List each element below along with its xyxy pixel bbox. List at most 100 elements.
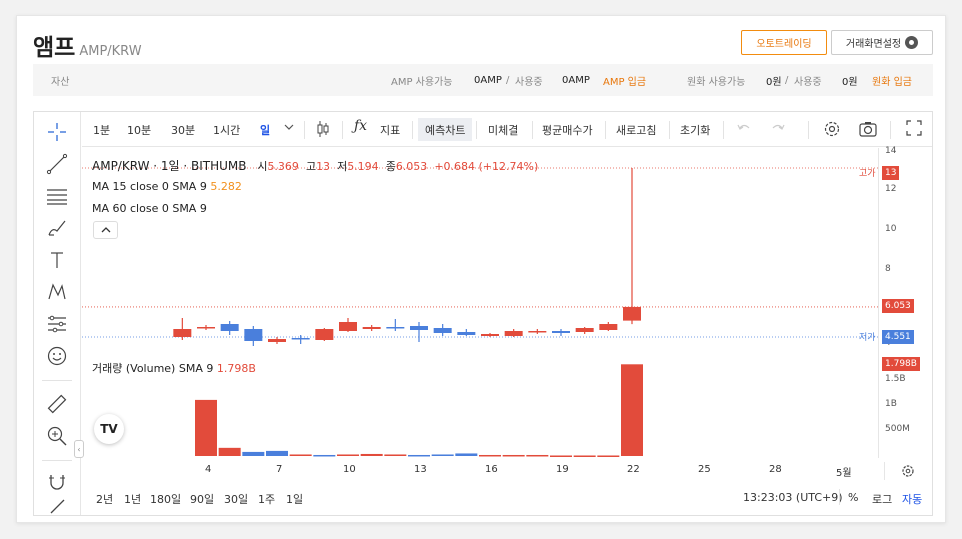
unfilled-orders-button[interactable]: 미체결	[488, 122, 518, 138]
amp-deposit-link[interactable]: AMP 입금	[603, 73, 646, 88]
interval-30m[interactable]: 30분	[171, 122, 195, 138]
candle-body	[173, 329, 192, 337]
chevron-down-icon[interactable]	[284, 120, 294, 137]
log-toggle[interactable]: 로그	[872, 491, 892, 507]
candle-body	[339, 322, 357, 331]
camera-icon[interactable]	[858, 120, 878, 141]
candle-body	[457, 332, 476, 335]
redo-icon[interactable]	[770, 121, 786, 138]
volume-bar	[479, 454, 501, 457]
chevron-up-icon	[101, 227, 110, 233]
candle-body	[552, 331, 570, 333]
auto-toggle[interactable]: 자동	[902, 491, 922, 507]
interval-10m[interactable]: 10분	[127, 122, 151, 138]
volume-bar	[621, 364, 643, 456]
toolbar-divider	[304, 121, 305, 139]
range-180d[interactable]: 180일	[150, 491, 181, 507]
time-tick: 28	[769, 464, 782, 475]
candle-body	[410, 326, 428, 330]
volume-tick: 1.5B	[885, 374, 906, 384]
settings-icon[interactable]	[823, 120, 841, 141]
emoji-icon[interactable]	[45, 344, 69, 368]
range-90d[interactable]: 90일	[190, 491, 214, 507]
range-2y[interactable]: 2년	[96, 491, 113, 507]
range-1d[interactable]: 1일	[286, 491, 303, 507]
candle-body	[197, 327, 215, 329]
avg-buy-price-button[interactable]: 평균매수가	[542, 122, 593, 138]
prediction-tool-icon[interactable]	[45, 312, 69, 336]
price-plot[interactable]: AMP/KRW · 1일 · BITHUMB 시5.369 고13 저5.194…	[82, 148, 878, 458]
range-30d[interactable]: 30일	[224, 491, 248, 507]
price-tick: 8	[885, 264, 891, 274]
krw-separator: /	[785, 74, 789, 86]
axis-settings-icon[interactable]	[884, 462, 930, 480]
volume-bar	[384, 454, 407, 456]
text-icon[interactable]	[45, 248, 69, 272]
brush-icon[interactable]	[45, 216, 69, 240]
candle-body	[599, 324, 618, 330]
screen-settings-label: 거래화면설정	[845, 39, 902, 50]
trading-pair: AMP/KRW	[79, 44, 142, 59]
volume-bar	[289, 454, 312, 456]
volume-bar	[550, 455, 572, 457]
amp-in-use-label: 사용중	[515, 76, 543, 88]
candle-body	[362, 327, 381, 329]
candle-body	[220, 324, 239, 331]
volume-bar	[266, 450, 288, 456]
candle-body	[433, 328, 452, 333]
chart-legend-main: AMP/KRW · 1일 · BITHUMB 시5.369 고13 저5.194…	[92, 157, 538, 174]
time-tick: 10	[343, 464, 356, 475]
prediction-chart-button[interactable]: 예측차트	[418, 118, 473, 141]
refresh-button[interactable]: 새로고침	[616, 122, 656, 138]
volume-bar	[195, 399, 217, 456]
volume-bar	[431, 454, 454, 456]
legend-close: 6.053	[395, 160, 428, 173]
undo-icon[interactable]	[736, 121, 752, 138]
asset-bar: 자산 AMP 사용가능 0AMP / 사용중 0AMP AMP 입금 원화 사용…	[33, 64, 933, 96]
tradingview-logo[interactable]: TV	[94, 414, 124, 444]
volume-bar	[242, 451, 265, 456]
asset-label: 자산	[51, 76, 70, 88]
screen-settings-button[interactable]: 거래화면설정	[831, 30, 933, 55]
krw-in-use-label: 사용중	[794, 76, 822, 88]
collapse-legend-button[interactable]	[93, 221, 118, 239]
range-1y[interactable]: 1년	[124, 491, 141, 507]
crosshair-icon[interactable]	[45, 120, 69, 144]
clock-time[interactable]: 13:23:03 (UTC+9)	[743, 491, 843, 504]
tool-divider	[42, 380, 72, 381]
reset-button[interactable]: 초기화	[680, 122, 710, 138]
coin-name: 앰프	[33, 35, 76, 61]
function-icon[interactable]: ƒx	[354, 118, 367, 134]
pencil-icon[interactable]	[45, 498, 69, 514]
candle-body	[623, 306, 641, 321]
zoom-in-icon[interactable]	[45, 424, 69, 448]
range-1w[interactable]: 1주	[258, 491, 275, 507]
interval-1m[interactable]: 1분	[93, 122, 110, 138]
candle-body	[244, 329, 263, 341]
magnet-icon[interactable]	[45, 470, 69, 494]
toolbar-divider	[669, 121, 670, 139]
percent-toggle[interactable]: %	[848, 491, 858, 504]
amp-available-value: 0AMP	[474, 74, 502, 86]
time-axis[interactable]: 4 7 10 13 16 19 22 25 28 5월	[82, 458, 878, 480]
price-axis[interactable]: 14 12 10 8 4 13 6.053 4.551 1.798B 1.5B …	[878, 146, 932, 458]
krw-deposit-link[interactable]: 원화 입금	[872, 73, 912, 88]
krw-available-label: 원화 사용가능	[687, 76, 746, 88]
ruler-icon[interactable]	[45, 392, 69, 416]
interval-1d[interactable]: 일	[260, 122, 270, 138]
horizontal-lines-icon[interactable]	[45, 184, 69, 208]
candle-body	[481, 334, 499, 336]
fullscreen-icon[interactable]	[906, 120, 922, 139]
legend-open: 5.369	[267, 160, 299, 173]
amp-separator: /	[506, 74, 510, 86]
range-bar: 2년 1년 180일 90일 30일 1주 1일 13:23:03 (UTC+9…	[82, 480, 932, 515]
volume-bar	[218, 447, 241, 456]
pattern-icon[interactable]	[45, 280, 69, 304]
candle-type-icon[interactable]	[316, 120, 330, 141]
indicators-button[interactable]: 지표	[380, 122, 400, 138]
auto-trading-button[interactable]: 오토트레이딩	[741, 30, 827, 55]
interval-1h[interactable]: 1시간	[213, 122, 240, 138]
trend-line-icon[interactable]	[45, 152, 69, 176]
time-tick: 25	[698, 464, 711, 475]
legend-low-label: 저	[337, 160, 348, 173]
